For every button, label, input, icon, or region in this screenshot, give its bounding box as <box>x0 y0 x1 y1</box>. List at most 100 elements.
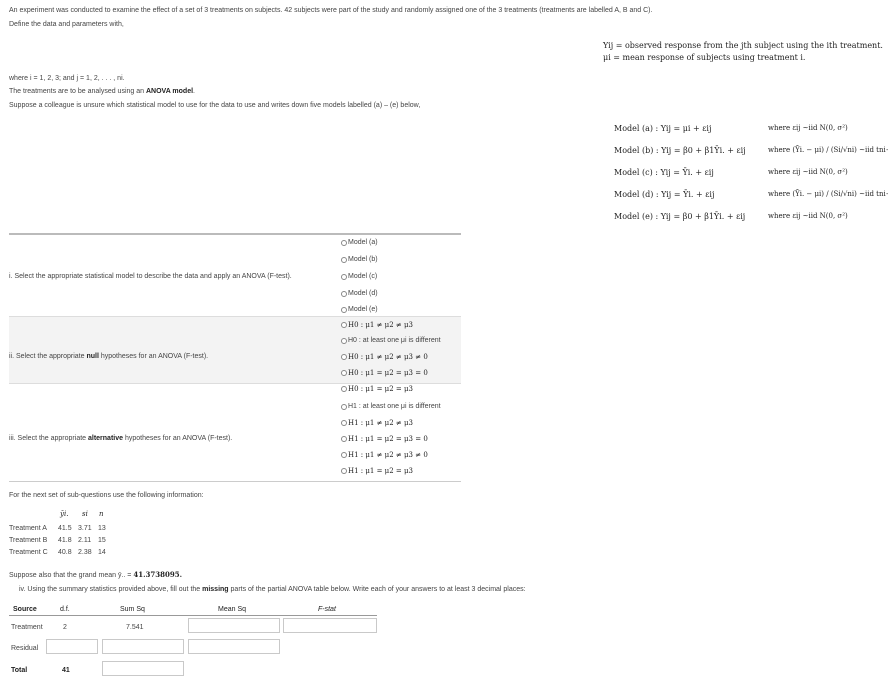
q3-option-4[interactable]: H1 : μ1 ≠ μ2 ≠ μ3 ≠ 0 <box>341 451 428 459</box>
q1-option-b-label: Model (b) <box>348 256 378 263</box>
radio-icon[interactable] <box>341 337 347 344</box>
colleague-statement: Suppose a colleague is unsure which stat… <box>9 102 421 109</box>
radio-icon[interactable] <box>341 386 347 392</box>
divider-top <box>9 233 461 235</box>
intro-line2: Define the data and parameters with, <box>9 21 124 28</box>
anova-residual-meansq-input[interactable] <box>188 639 280 654</box>
q1-option-a[interactable]: Model (a) <box>341 239 378 246</box>
q1-option-c-label: Model (c) <box>348 273 378 280</box>
anova-total-sumsq-input[interactable] <box>102 661 184 676</box>
question-2-bold: null <box>86 353 99 360</box>
q2-option-2-label: H0 : at least one μi is different <box>348 337 441 344</box>
question-3-text: iii. Select the appropriate alternative … <box>9 435 232 442</box>
summary-c-sd: 2.38 <box>78 549 92 556</box>
q3-option-2-label: H1 : μ1 ≠ μ2 ≠ μ3 <box>348 419 414 427</box>
definition-mu: μi = mean response of subjects using tre… <box>603 53 806 62</box>
summary-header-mean: ȳi. <box>60 510 69 518</box>
summary-b-n: 15 <box>98 537 106 544</box>
anova-total-df: 41 <box>62 667 70 674</box>
anova-treatment-source: Treatment <box>11 624 43 631</box>
divider-bottom <box>9 481 461 482</box>
question-4-text: iv. Using the summary statistics provide… <box>19 586 526 593</box>
model-a-where: where εij ~iid N(0, σ²) <box>768 124 848 132</box>
q1-option-e-label: Model (e) <box>348 306 378 313</box>
summary-a-mean: 41.5 <box>58 525 72 532</box>
q3-option-5-label: H1 : μ1 = μ2 = μ3 <box>348 467 414 475</box>
q1-option-c[interactable]: Model (c) <box>341 273 377 280</box>
anova-header-rule <box>9 615 377 616</box>
divider-q3 <box>9 383 461 384</box>
q2-option-3[interactable]: H0 : μ1 ≠ μ2 ≠ μ3 ≠ 0 <box>341 353 428 361</box>
anova-header-fstat: F-stat <box>318 606 336 613</box>
grand-mean-value: 41.3738095. <box>133 570 183 579</box>
model-c: Model (c) : Yij = Ȳi. + εij <box>614 168 714 177</box>
question-2-prefix: ii. Select the appropriate <box>9 353 85 360</box>
model-e-where: where εij ~iid N(0, σ²) <box>768 212 848 220</box>
q2-option-1[interactable]: H0 : μ1 ≠ μ2 ≠ μ3 <box>341 321 413 329</box>
q3-option-5[interactable]: H1 : μ1 = μ2 = μ3 <box>341 467 413 475</box>
model-b-where: where (Ȳi. − μi) / (Si/√ni) ~iid tni−1 <box>768 146 888 154</box>
q1-option-a-label: Model (a) <box>348 239 378 246</box>
anova-residual-df-input[interactable] <box>46 639 98 654</box>
summary-intro: For the next set of sub-questions use th… <box>9 492 204 499</box>
q3-option-1-label: H1 : at least one μi is different <box>348 403 441 410</box>
q2-option-2[interactable]: H0 : at least one μi is different <box>341 337 441 344</box>
q3-option-4-label: H1 : μ1 ≠ μ2 ≠ μ3 ≠ 0 <box>348 451 428 459</box>
summary-a-n: 13 <box>98 525 106 532</box>
radio-icon[interactable] <box>341 468 347 474</box>
model-c-where: where εij ~iid N(0, σ²) <box>768 168 848 176</box>
radio-icon[interactable] <box>341 452 347 458</box>
summary-c-n: 14 <box>98 549 106 556</box>
anova-header-source: Source <box>13 606 37 613</box>
q2-option-1-label: H0 : μ1 ≠ μ2 ≠ μ3 <box>348 321 414 329</box>
radio-icon[interactable] <box>341 354 347 360</box>
q2-option-5[interactable]: H0 : μ1 = μ2 = μ3 <box>341 385 413 393</box>
grand-mean-prefix: Suppose also that the grand mean ȳ.. = <box>9 572 132 579</box>
definition-y: Yij = observed response from the jth sub… <box>603 41 883 50</box>
radio-icon[interactable] <box>341 239 347 246</box>
radio-icon[interactable] <box>341 370 347 376</box>
anova-treatment-meansq-input[interactable] <box>188 618 280 633</box>
model-a: Model (a) : Yij = μi + εij <box>614 124 712 133</box>
question-4-bold: missing <box>202 586 229 593</box>
summary-b-sd: 2.11 <box>78 537 92 544</box>
question-2-text: ii. Select the appropriate null hypothes… <box>9 353 208 360</box>
q3-option-3[interactable]: H1 : μ1 = μ2 = μ3 = 0 <box>341 435 428 443</box>
summary-a-sd: 3.71 <box>78 525 92 532</box>
q1-option-b[interactable]: Model (b) <box>341 256 378 263</box>
radio-icon[interactable] <box>341 273 347 280</box>
anova-residual-source: Residual <box>11 645 39 652</box>
model-b: Model (b) : Yij = β0 + β1Ȳi. + εij <box>614 146 746 155</box>
anova-total-source: Total <box>11 667 28 674</box>
question-3-suffix: hypotheses for an ANOVA (F-test). <box>124 435 233 442</box>
q1-option-d[interactable]: Model (d) <box>341 290 378 297</box>
q1-option-d-label: Model (d) <box>348 290 378 297</box>
index-range: where i = 1, 2, 3; and j = 1, 2, . . . ,… <box>9 75 125 82</box>
q1-option-e[interactable]: Model (e) <box>341 306 378 313</box>
question-4-suffix: parts of the partial ANOVA table below. … <box>230 586 526 593</box>
intro-line1: An experiment was conducted to examine t… <box>9 7 653 14</box>
q3-option-1[interactable]: H1 : at least one μi is different <box>341 403 441 410</box>
summary-row-a: Treatment A <box>9 525 47 532</box>
treatment-name: Treatment A <box>9 525 47 532</box>
anova-statement-bold: ANOVA model <box>145 88 194 95</box>
q3-option-2[interactable]: H1 : μ1 ≠ μ2 ≠ μ3 <box>341 419 413 427</box>
anova-treatment-fstat-input[interactable] <box>283 618 377 633</box>
radio-icon[interactable] <box>341 436 347 442</box>
summary-header-n: n <box>99 510 104 518</box>
q2-option-4[interactable]: H0 : μ1 = μ2 = μ3 = 0 <box>341 369 428 377</box>
radio-icon[interactable] <box>341 306 347 313</box>
question-2-suffix: hypotheses for an ANOVA (F-test). <box>100 353 209 360</box>
anova-treatment-sumsq: 7.541 <box>126 624 144 631</box>
question-1-text: i. Select the appropriate statistical mo… <box>9 273 292 280</box>
anova-residual-sumsq-input[interactable] <box>102 639 184 654</box>
model-e: Model (e) : Yij = β0 + β1Ȳi. + εij <box>614 212 746 221</box>
radio-icon[interactable] <box>341 290 347 297</box>
radio-icon[interactable] <box>341 256 347 263</box>
q3-option-3-label: H1 : μ1 = μ2 = μ3 = 0 <box>348 435 428 443</box>
radio-icon[interactable] <box>341 420 347 426</box>
radio-icon[interactable] <box>341 322 347 328</box>
q2-option-4-label: H0 : μ1 = μ2 = μ3 = 0 <box>348 369 428 377</box>
summary-header-sd: si <box>82 510 88 518</box>
radio-icon[interactable] <box>341 403 347 410</box>
